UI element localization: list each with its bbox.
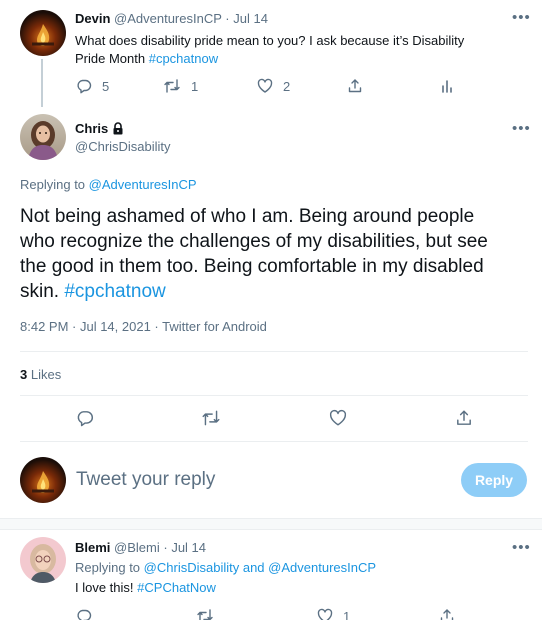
tweet-text-line: Not being ashamed of who I am. Being aro… — [20, 206, 475, 227]
tweet-text-line: the good in them too. Being comfortable … — [20, 256, 484, 277]
heart-icon — [329, 409, 347, 426]
retweet-button[interactable]: 1 — [163, 78, 198, 94]
author-name[interactable]: Chris — [75, 121, 108, 136]
share-button[interactable] — [347, 78, 363, 94]
like-button[interactable]: 2 — [257, 78, 290, 94]
replying-to-handle[interactable]: @ChrisDisability — [144, 560, 240, 575]
lock-icon — [113, 122, 123, 135]
share-icon — [348, 79, 362, 93]
avatar — [20, 457, 66, 503]
divider — [20, 441, 528, 442]
share-icon — [440, 609, 454, 620]
more-options-icon[interactable]: ••• — [512, 121, 531, 136]
replying-to-label: Replying to — [20, 177, 86, 192]
likes-summary[interactable]: 3 Likes — [20, 367, 61, 382]
more-options-icon[interactable]: ••• — [512, 540, 531, 555]
reply-button[interactable] — [76, 608, 92, 620]
likes-count: 3 — [20, 367, 28, 382]
thread-line — [41, 59, 43, 107]
replying-to-handle[interactable]: @AdventuresInCP — [268, 560, 376, 575]
separator-dot: · — [225, 11, 230, 26]
heart-icon — [317, 608, 333, 620]
reply-count: 5 — [102, 78, 110, 94]
avatar[interactable] — [20, 10, 66, 56]
retweet-button[interactable] — [201, 409, 221, 427]
author-handle[interactable]: @AdventuresInCP — [114, 11, 222, 26]
analytics-icon — [442, 80, 452, 93]
retweet-icon — [202, 410, 220, 426]
reply-input[interactable]: Tweet your reply — [76, 469, 446, 495]
share-button[interactable] — [455, 409, 473, 427]
reply-button[interactable] — [76, 409, 94, 427]
analytics-button[interactable] — [440, 78, 454, 94]
more-options-icon[interactable]: ••• — [512, 10, 531, 25]
tweet-timestamp[interactable]: 8:42 PM · Jul 14, 2021 · Twitter for And… — [20, 319, 267, 334]
tweet-time[interactable]: Jul 14 — [171, 540, 206, 555]
avatar[interactable] — [20, 537, 66, 583]
tweet-text-line: who recognize the challenges of my disab… — [20, 231, 488, 252]
retweet-count: 1 — [191, 78, 199, 94]
like-button[interactable]: 1 — [317, 608, 350, 620]
tweet-body: Not being ashamed of who I am. Being aro… — [20, 204, 535, 304]
reply-icon — [77, 79, 92, 94]
section-separator — [0, 518, 542, 530]
likes-label: Likes — [30, 367, 62, 382]
avatar[interactable] — [20, 114, 66, 160]
heart-icon — [257, 78, 273, 93]
tweet-text: I love this! — [75, 580, 134, 595]
hashtag-link[interactable]: #CPChatNow — [137, 580, 216, 595]
share-icon — [457, 410, 471, 425]
reply-button[interactable]: 5 — [76, 78, 109, 94]
replying-to-and: and — [242, 560, 265, 575]
hashtag-link[interactable]: #cpchatnow — [149, 51, 218, 66]
like-count: 2 — [283, 78, 291, 94]
reply-submit-button[interactable]: Reply — [461, 463, 527, 497]
tweet-text-line: What does disability pride mean to you? … — [75, 33, 465, 48]
like-button[interactable] — [329, 409, 347, 427]
hashtag-link[interactable]: #cpchatnow — [64, 281, 165, 302]
divider — [20, 351, 528, 352]
retweet-button[interactable] — [196, 608, 214, 620]
tweet-text-line: skin. — [20, 281, 60, 302]
tweet-time[interactable]: Jul 14 — [233, 11, 268, 26]
author-handle[interactable]: @Blemi — [114, 540, 160, 555]
author-name[interactable]: Devin — [75, 11, 110, 26]
divider — [20, 395, 528, 396]
replying-to-label: Replying to — [75, 560, 141, 575]
replying-to-handle[interactable]: @AdventuresInCP — [89, 177, 197, 192]
reply-icon — [77, 609, 92, 620]
retweet-icon — [197, 609, 213, 620]
author-name[interactable]: Blemi — [75, 540, 110, 555]
tweet-text-line: Pride Month — [75, 51, 146, 66]
author-handle[interactable]: @ChrisDisability — [75, 139, 171, 154]
share-button[interactable] — [439, 608, 455, 620]
separator-dot: · — [163, 540, 168, 555]
reply-icon — [77, 411, 93, 427]
like-count: 1 — [343, 608, 351, 620]
retweet-icon — [164, 79, 180, 93]
